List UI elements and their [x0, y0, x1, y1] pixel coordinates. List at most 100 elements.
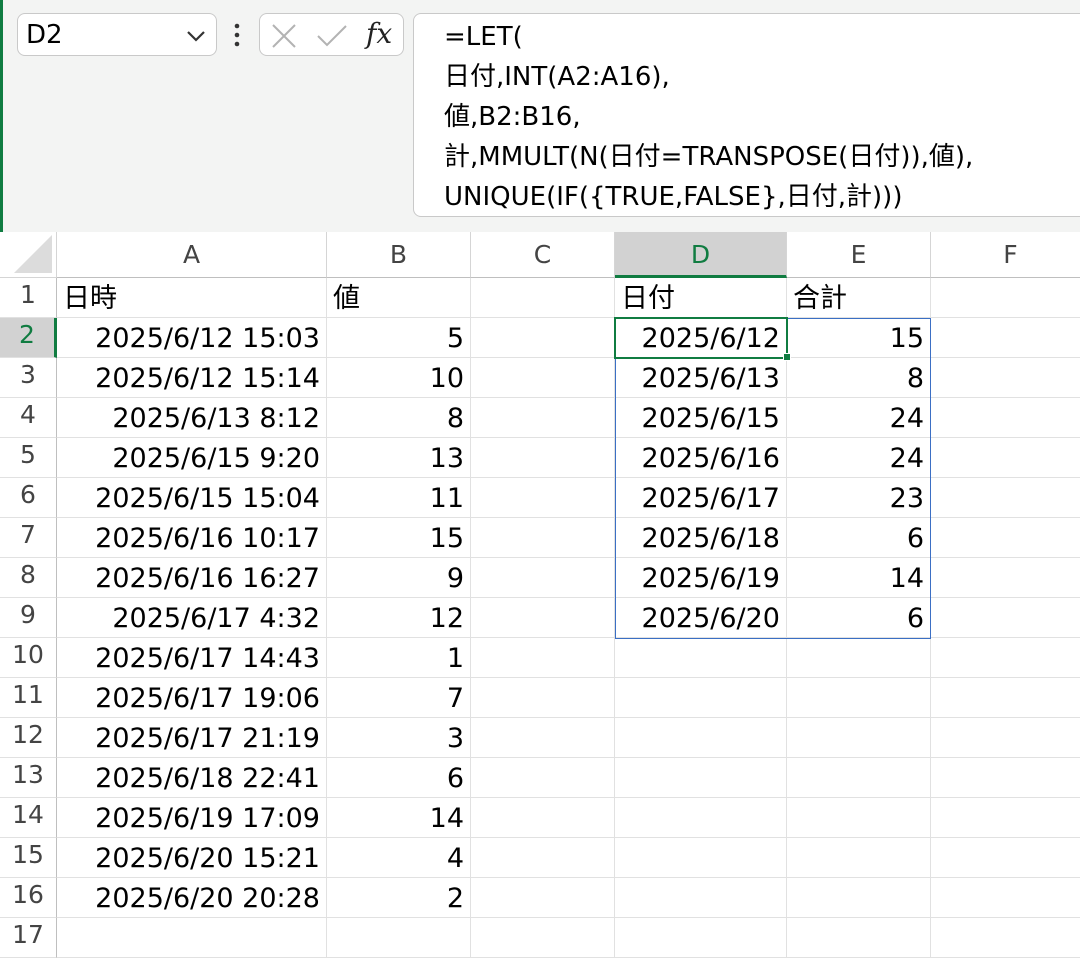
cell-c16[interactable]	[471, 878, 615, 918]
cell-d2[interactable]: 2025/6/12	[615, 318, 787, 358]
cell-e16[interactable]	[787, 878, 931, 918]
cell-c11[interactable]	[471, 678, 615, 718]
cell-c6[interactable]	[471, 478, 615, 518]
row-header-13[interactable]: 13	[0, 758, 57, 798]
cell-e17[interactable]	[787, 918, 931, 958]
cell-a2[interactable]: 2025/6/12 15:03	[57, 318, 327, 358]
cell-f13[interactable]	[931, 758, 1080, 798]
column-header-a[interactable]: A	[57, 232, 327, 278]
cell-c17[interactable]	[471, 918, 615, 958]
cell-c4[interactable]	[471, 398, 615, 438]
cell-c9[interactable]	[471, 598, 615, 638]
cell-f14[interactable]	[931, 798, 1080, 838]
cell-b3[interactable]: 10	[327, 358, 471, 398]
cell-d5[interactable]: 2025/6/16	[615, 438, 787, 478]
column-header-c[interactable]: C	[471, 232, 615, 278]
cell-b17[interactable]	[327, 918, 471, 958]
cell-d1[interactable]: 日付	[615, 278, 787, 318]
cell-e5[interactable]: 24	[787, 438, 931, 478]
cell-f6[interactable]	[931, 478, 1080, 518]
cell-d8[interactable]: 2025/6/19	[615, 558, 787, 598]
cell-c8[interactable]	[471, 558, 615, 598]
cell-a17[interactable]	[57, 918, 327, 958]
cell-a7[interactable]: 2025/6/16 10:17	[57, 518, 327, 558]
cell-c14[interactable]	[471, 798, 615, 838]
cell-a9[interactable]: 2025/6/17 4:32	[57, 598, 327, 638]
cell-d3[interactable]: 2025/6/13	[615, 358, 787, 398]
cell-d6[interactable]: 2025/6/17	[615, 478, 787, 518]
cell-e6[interactable]: 23	[787, 478, 931, 518]
cell-d11[interactable]	[615, 678, 787, 718]
cell-e7[interactable]: 6	[787, 518, 931, 558]
cell-f1[interactable]	[931, 278, 1080, 318]
cell-e15[interactable]	[787, 838, 931, 878]
cell-f3[interactable]	[931, 358, 1080, 398]
cell-f10[interactable]	[931, 638, 1080, 678]
cell-e13[interactable]	[787, 758, 931, 798]
cell-e9[interactable]: 6	[787, 598, 931, 638]
cell-e4[interactable]: 24	[787, 398, 931, 438]
cell-b9[interactable]: 12	[327, 598, 471, 638]
cell-c1[interactable]	[471, 278, 615, 318]
row-header-17[interactable]: 17	[0, 918, 57, 958]
cell-f7[interactable]	[931, 518, 1080, 558]
cell-a6[interactable]: 2025/6/15 15:04	[57, 478, 327, 518]
cell-f17[interactable]	[931, 918, 1080, 958]
cell-c3[interactable]	[471, 358, 615, 398]
cell-c2[interactable]	[471, 318, 615, 358]
formula-input[interactable]: =LET( 日付,INT(A2:A16), 値,B2:B16, 計,MMULT(…	[413, 13, 1080, 217]
cell-c7[interactable]	[471, 518, 615, 558]
more-options-icon[interactable]	[231, 22, 243, 50]
cell-e2[interactable]: 15	[787, 318, 931, 358]
row-header-7[interactable]: 7	[0, 518, 57, 558]
check-icon[interactable]	[316, 23, 348, 53]
cell-a12[interactable]: 2025/6/17 21:19	[57, 718, 327, 758]
cell-b4[interactable]: 8	[327, 398, 471, 438]
cell-d17[interactable]	[615, 918, 787, 958]
row-header-9[interactable]: 9	[0, 598, 57, 638]
cell-a8[interactable]: 2025/6/16 16:27	[57, 558, 327, 598]
cell-b15[interactable]: 4	[327, 838, 471, 878]
column-header-d[interactable]: D	[615, 232, 787, 278]
row-header-11[interactable]: 11	[0, 678, 57, 718]
cell-d13[interactable]	[615, 758, 787, 798]
row-header-15[interactable]: 15	[0, 838, 57, 878]
row-header-3[interactable]: 3	[0, 358, 57, 398]
cell-f4[interactable]	[931, 398, 1080, 438]
cell-b14[interactable]: 14	[327, 798, 471, 838]
cell-a11[interactable]: 2025/6/17 19:06	[57, 678, 327, 718]
cell-b7[interactable]: 15	[327, 518, 471, 558]
row-header-16[interactable]: 16	[0, 878, 57, 918]
cell-c12[interactable]	[471, 718, 615, 758]
row-header-4[interactable]: 4	[0, 398, 57, 438]
row-header-2[interactable]: 2	[0, 318, 57, 358]
cell-e1[interactable]: 合計	[787, 278, 931, 318]
column-header-b[interactable]: B	[327, 232, 471, 278]
cell-d14[interactable]	[615, 798, 787, 838]
cell-a3[interactable]: 2025/6/12 15:14	[57, 358, 327, 398]
cell-b8[interactable]: 9	[327, 558, 471, 598]
cell-f8[interactable]	[931, 558, 1080, 598]
cell-e8[interactable]: 14	[787, 558, 931, 598]
cell-e14[interactable]	[787, 798, 931, 838]
row-header-8[interactable]: 8	[0, 558, 57, 598]
cell-b2[interactable]: 5	[327, 318, 471, 358]
cell-d10[interactable]	[615, 638, 787, 678]
row-header-1[interactable]: 1	[0, 278, 57, 318]
cell-a14[interactable]: 2025/6/19 17:09	[57, 798, 327, 838]
cell-a5[interactable]: 2025/6/15 9:20	[57, 438, 327, 478]
row-header-12[interactable]: 12	[0, 718, 57, 758]
cell-a10[interactable]: 2025/6/17 14:43	[57, 638, 327, 678]
cell-e3[interactable]: 8	[787, 358, 931, 398]
cell-f12[interactable]	[931, 718, 1080, 758]
cancel-icon[interactable]	[270, 23, 298, 53]
cell-b16[interactable]: 2	[327, 878, 471, 918]
column-header-e[interactable]: E	[787, 232, 931, 278]
cell-b1[interactable]: 値	[327, 278, 471, 318]
cell-b12[interactable]: 3	[327, 718, 471, 758]
insert-function-icon[interactable]: fx	[366, 17, 392, 51]
cell-c15[interactable]	[471, 838, 615, 878]
cell-e11[interactable]	[787, 678, 931, 718]
cell-f5[interactable]	[931, 438, 1080, 478]
cell-b10[interactable]: 1	[327, 638, 471, 678]
